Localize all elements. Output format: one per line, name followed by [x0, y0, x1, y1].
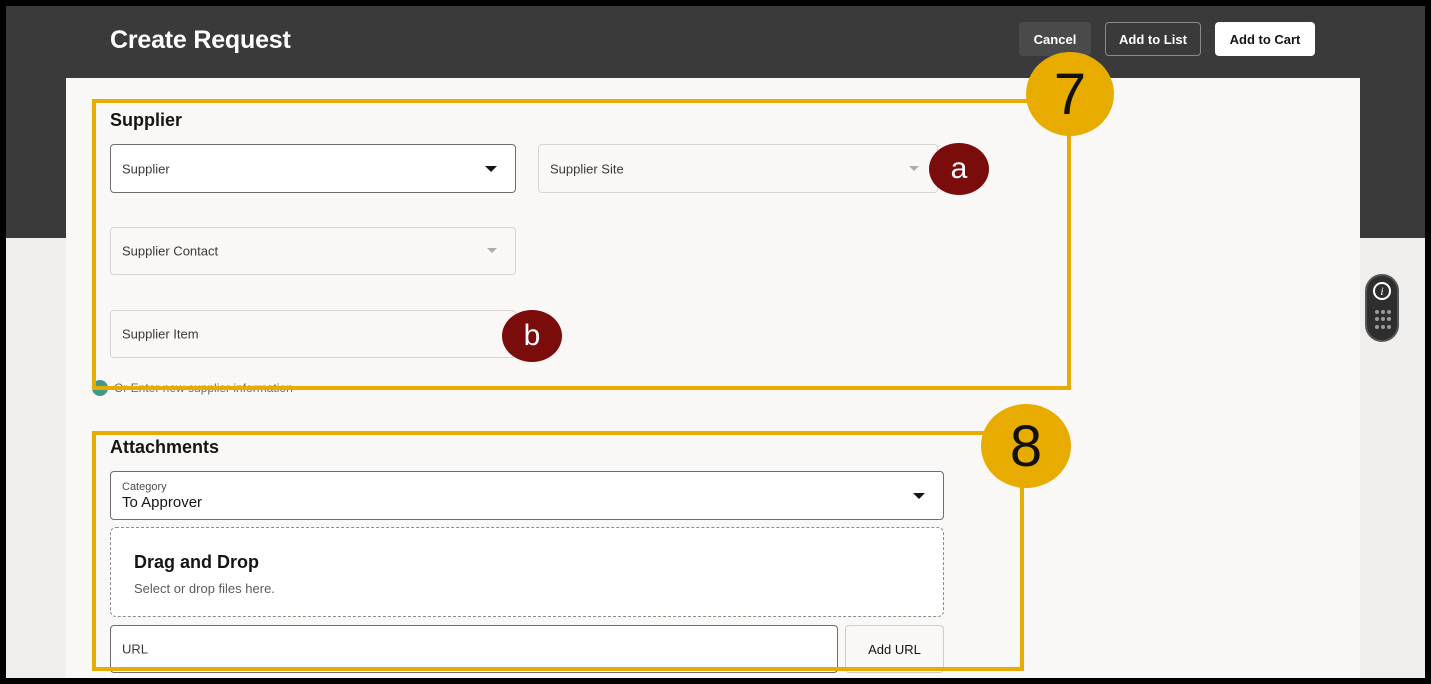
- add-to-cart-button[interactable]: Add to Cart: [1215, 22, 1315, 56]
- page-title: Create Request: [110, 26, 291, 54]
- app-window: Create Request Cancel Add to List Add to…: [6, 6, 1425, 678]
- marker-a: a: [929, 143, 989, 195]
- callout-box-8: [92, 431, 1024, 671]
- cancel-button[interactable]: Cancel: [1019, 22, 1091, 56]
- callout-number-8: 8: [981, 404, 1071, 488]
- grid-menu-icon[interactable]: [1375, 310, 1391, 330]
- callout-box-7: [92, 99, 1071, 390]
- add-to-list-button[interactable]: Add to List: [1105, 22, 1201, 56]
- callout-number-7: 7: [1026, 52, 1114, 136]
- info-icon[interactable]: i: [1373, 282, 1391, 300]
- side-widget[interactable]: i: [1365, 274, 1399, 342]
- marker-b: b: [502, 310, 562, 362]
